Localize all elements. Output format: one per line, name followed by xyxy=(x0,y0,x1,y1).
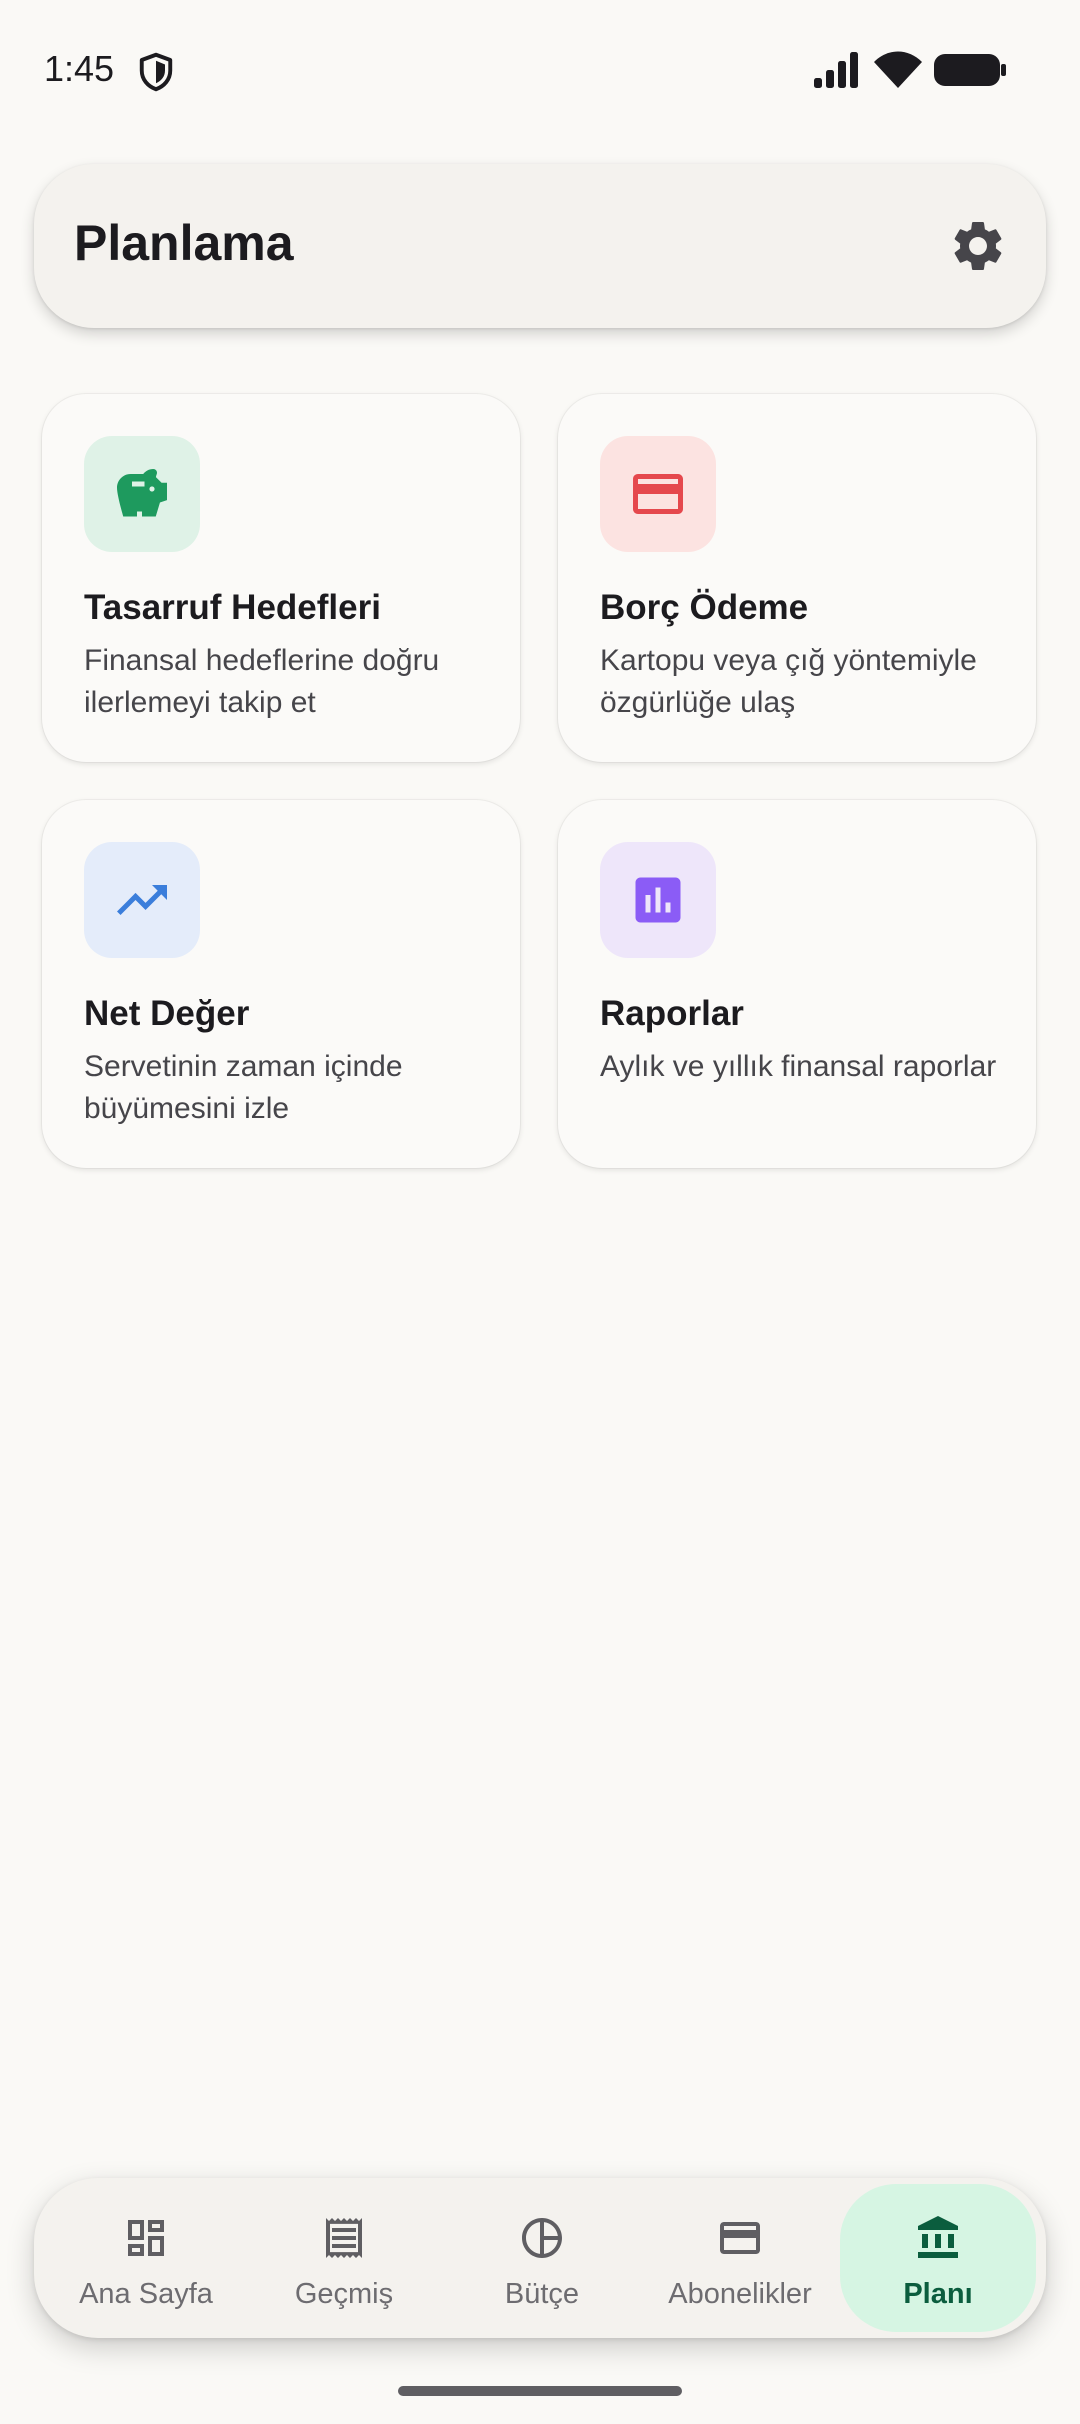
card-title: Raporlar xyxy=(600,994,744,1033)
nav-item-budget[interactable]: Bütçe xyxy=(444,2178,640,2338)
wifi-icon xyxy=(874,51,922,88)
credit-card-icon xyxy=(633,474,683,514)
trending-up-icon xyxy=(117,885,167,915)
home-indicator xyxy=(398,2386,682,2396)
nav-item-history[interactable]: Geçmiş xyxy=(246,2178,442,2338)
pie-chart-icon xyxy=(522,2218,562,2258)
card-icon-box xyxy=(84,842,200,958)
card-description: Aylık ve yıllık finansal raporlar xyxy=(600,1050,997,1083)
nav-label: Planı xyxy=(903,2278,973,2310)
card-reports[interactable]: Raporlar Aylık ve yıllık finansal raporl… xyxy=(558,800,1036,1168)
card-description: Finansal hedeflerine doğru ilerlemeyi ta… xyxy=(84,644,440,719)
card-icon-box xyxy=(600,436,716,552)
nav-item-home[interactable]: Ana Sayfa xyxy=(48,2178,244,2338)
battery-icon xyxy=(934,54,1006,86)
card-title: Net Değer xyxy=(84,994,250,1033)
dashboard-icon xyxy=(128,2220,164,2256)
page-title: Planlama xyxy=(74,215,294,271)
card-title: Tasarruf Hedefleri xyxy=(84,588,381,627)
piggy-bank-icon xyxy=(117,469,167,517)
top-app-bar: Planlama xyxy=(34,164,1046,328)
card-net-worth[interactable]: Net Değer Servetinin zaman içinde büyüme… xyxy=(42,800,520,1168)
nav-label: Geçmiş xyxy=(294,2278,394,2310)
gear-icon[interactable] xyxy=(948,216,1008,276)
bank-icon xyxy=(918,2216,958,2258)
card-title: Borç Ödeme xyxy=(600,588,809,627)
card-icon-box xyxy=(84,436,200,552)
nav-label: Bütçe xyxy=(504,2278,580,2310)
card-icon-box xyxy=(600,842,716,958)
receipt-icon xyxy=(326,2218,362,2258)
bar-chart-icon xyxy=(635,877,681,923)
nav-item-subscriptions[interactable]: Abonelikler xyxy=(642,2178,838,2338)
credit-card-icon xyxy=(720,2222,760,2254)
nav-label: Abonelikler xyxy=(668,2278,812,2310)
card-savings-goals[interactable]: Tasarruf Hedefleri Finansal hedeflerine … xyxy=(42,394,520,762)
shield-icon xyxy=(139,52,173,92)
nav-label: Ana Sayfa xyxy=(79,2278,213,2310)
bottom-navigation: Ana Sayfa Geçmiş Bütçe Abonelikler Planı xyxy=(34,2178,1046,2338)
nav-item-plan[interactable]: Planı xyxy=(840,2178,1036,2338)
card-description: Kartopu veya çığ yöntemiyle özgürlüğe ul… xyxy=(600,644,977,719)
card-description: Servetinin zaman içinde büyümesini izle xyxy=(84,1050,403,1125)
status-bar: 1:45 xyxy=(0,0,1080,140)
signal-icon xyxy=(814,52,858,88)
card-debt-payoff[interactable]: Borç Ödeme Kartopu veya çığ yöntemiyle ö… xyxy=(558,394,1036,762)
status-time: 1:45 xyxy=(44,48,115,89)
